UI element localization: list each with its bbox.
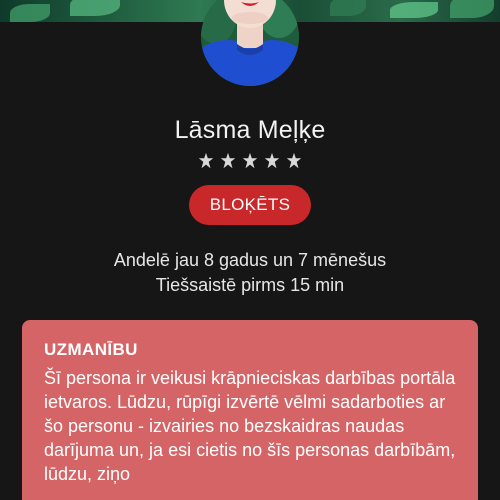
membership-duration: Andelē jau 8 gadus un 7 mēnešus	[113, 250, 387, 270]
profile-name: Lāsma Meļķe	[174, 116, 326, 144]
warning-title: UZMANĪBU	[44, 340, 138, 359]
last-online-status: Tiešsaistē pirms 15 min	[155, 275, 345, 295]
star-rating	[0, 150, 500, 172]
warning-body: Šī persona ir veikusi krāpnieciskas darb…	[44, 368, 456, 484]
star-icon	[262, 150, 282, 172]
star-icon	[218, 150, 238, 172]
fraud-warning-box: UZMANĪBU Šī persona ir veikusi krāpnieci…	[22, 320, 478, 500]
star-icon	[284, 150, 304, 172]
blocked-status-badge: BLOĶĒTS	[189, 185, 311, 225]
star-icon	[240, 150, 260, 172]
profile-screen: Lāsma Meļķe BLOĶĒTS Andelē jau 8 gadus u…	[0, 0, 500, 500]
star-icon	[196, 150, 216, 172]
